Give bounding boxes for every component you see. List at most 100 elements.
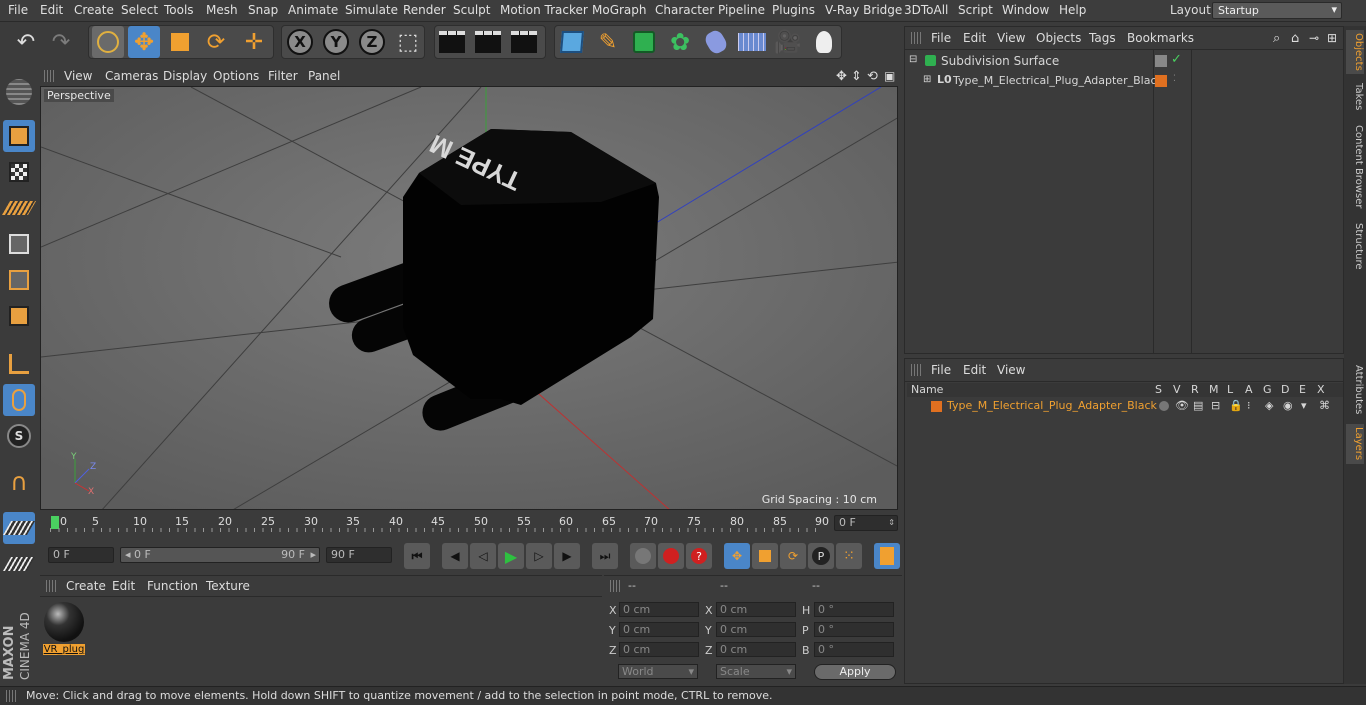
rot-b-field[interactable]: 0 ° [814,642,894,657]
material-swatch[interactable]: VR_plug [43,600,85,656]
layer-menu-edit[interactable]: Edit [963,363,986,377]
timeline-ruler[interactable]: 0 5 10 15 20 25 30 35 40 45 50 55 60 65 … [40,512,902,534]
autokey-button[interactable] [658,543,684,569]
move-tool-button[interactable]: ✥ [128,26,160,58]
axis-mode-button[interactable] [3,348,35,380]
array-button[interactable]: ✿ [664,26,696,58]
collapse-icon[interactable]: ⊟ [909,54,917,65]
subdivision-button[interactable] [628,26,660,58]
object-menu-view[interactable]: View [997,31,1025,45]
scale-tool-button[interactable] [164,26,196,58]
tab-attributes[interactable]: Attributes [1346,362,1364,418]
tab-structure[interactable]: Structure [1346,220,1364,272]
workplane-lock-button[interactable] [2,512,36,544]
column-solo[interactable]: S [1155,383,1162,396]
home-icon[interactable]: ⌂ [1291,31,1299,46]
menu-file[interactable]: File [8,3,28,17]
menu-edit[interactable]: Edit [40,3,63,17]
camera-button[interactable]: 🎥 [772,26,804,58]
live-selection-button[interactable] [92,26,124,58]
pos-x-field[interactable]: 0 cm [619,602,699,617]
column-deformers[interactable]: D [1281,383,1289,396]
menu-vray-bridge[interactable]: V-Ray Bridge [825,3,902,17]
column-render[interactable]: R [1191,383,1199,396]
size-y-field[interactable]: 0 cm [716,622,796,637]
floor-button[interactable] [736,26,768,58]
object-row-subdivision[interactable]: ⊟ Subdivision Surface [909,53,1153,71]
column-expressions[interactable]: E [1299,383,1306,396]
menu-animate[interactable]: Animate [288,3,338,17]
object-menu-bookmarks[interactable]: Bookmarks [1127,31,1194,45]
viewport-menu-options[interactable]: Options [213,69,259,83]
undo-button[interactable]: ↶ [10,26,42,58]
expand-icon[interactable]: ⊞ [923,74,931,85]
model-mode-button[interactable] [3,120,35,152]
pos-z-field[interactable]: 0 cm [619,642,699,657]
size-z-field[interactable]: 0 cm [716,642,796,657]
menu-simulate[interactable]: Simulate [345,3,398,17]
viewport-maximize-icon[interactable]: ▣ [884,69,895,83]
pen-button[interactable]: ✎ [592,26,624,58]
rot-p-field[interactable]: 0 ° [814,622,894,637]
menu-window[interactable]: Window [1002,3,1049,17]
viewport-rotate-icon[interactable]: ⟲ [867,69,878,84]
start-frame-field[interactable]: 0 F [48,547,114,563]
menu-motion-tracker[interactable]: Motion Tracker [500,3,588,17]
enabled-check-icon[interactable]: ✓ [1171,52,1182,67]
next-key-button[interactable]: ▶ [554,543,580,569]
visibility-flag-icon[interactable] [1155,55,1167,67]
render-settings-button[interactable] [508,26,540,58]
eye-icon[interactable]: 👁 [1175,399,1189,412]
menu-character[interactable]: Character [655,3,714,17]
layer-color-swatch[interactable] [931,401,942,412]
menu-3dtoall[interactable]: 3DToAll [904,3,948,17]
layout-dropdown[interactable]: Startup ▾ [1212,2,1342,19]
viewport-move-icon[interactable]: ✥ [836,69,847,84]
menu-render[interactable]: Render [403,3,446,17]
object-menu-tags[interactable]: Tags [1089,31,1116,45]
redo-button[interactable]: ↷ [45,26,77,58]
material-menu-function[interactable]: Function [147,579,198,593]
render-picture-viewer-button[interactable] [472,26,504,58]
menu-sculpt[interactable]: Sculpt [453,3,490,17]
menu-script[interactable]: Script [958,3,993,17]
menu-mesh[interactable]: Mesh [206,3,238,17]
manager-icon[interactable]: ⊟ [1211,399,1220,412]
new-window-icon[interactable]: ⊞ [1327,31,1337,45]
y-axis-button[interactable]: Y [320,26,352,58]
go-to-end-button[interactable]: ⏭ [592,543,618,569]
viewport-menu-display[interactable]: Display [163,69,207,83]
solo-button[interactable]: S [3,420,35,452]
column-xref[interactable]: X [1317,383,1325,396]
material-name[interactable]: VR_plug [43,644,85,655]
workplane-button[interactable] [1,192,37,224]
link-icon[interactable]: ⊸ [1309,31,1319,45]
xref-icon[interactable]: ⌘ [1319,399,1330,412]
viewport-menu-filter[interactable]: Filter [268,69,298,83]
key-position-button[interactable]: ✥ [724,543,750,569]
frame-range-slider[interactable]: ◂ 0 F 90 F ▸ [120,547,320,563]
x-axis-button[interactable]: X [284,26,316,58]
column-locked[interactable]: L [1227,383,1233,396]
keyframe-help-button[interactable]: ? [686,543,712,569]
key-rotation-button[interactable]: ⟳ [780,543,806,569]
column-view[interactable]: V [1173,383,1181,396]
viewport-menu-panel[interactable]: Panel [308,69,340,83]
layer-name[interactable]: Type_M_Electrical_Plug_Adapter_Black [947,399,1157,412]
tab-takes[interactable]: Takes [1346,80,1364,114]
column-generators[interactable]: G [1263,383,1272,396]
rot-h-field[interactable]: 0 ° [814,602,894,617]
layer-row[interactable]: Type_M_Electrical_Plug_Adapter_Black 👁 ▤… [919,399,1343,415]
timeline-window-button[interactable] [874,543,900,569]
menu-mograph[interactable]: MoGraph [592,3,647,17]
record-off-button[interactable] [630,543,656,569]
texture-mode-button[interactable] [3,156,35,188]
previous-key-button[interactable]: ◀ [442,543,468,569]
previous-frame-button[interactable]: ◁ [470,543,496,569]
lock-icon[interactable]: 🔒 [1229,399,1243,412]
tab-objects[interactable]: Objects [1346,30,1364,74]
column-manager[interactable]: M [1209,383,1219,396]
size-x-field[interactable]: 0 cm [716,602,796,617]
column-animation[interactable]: A [1245,383,1253,396]
size-mode-dropdown[interactable]: Scale ▾ [716,664,796,679]
